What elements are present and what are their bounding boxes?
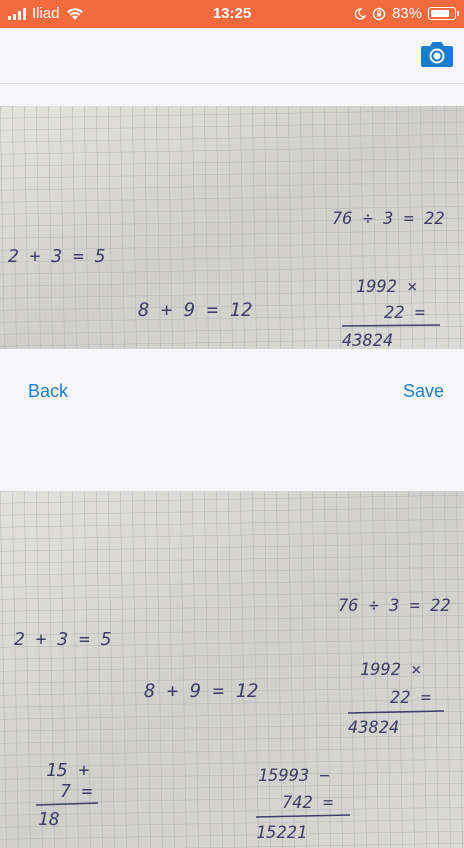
notebook-photo-full: 76 ÷ 3 = 22 2 + 3 = 5 8 + 9 = 12 1992 × … [0,491,464,848]
camera-button[interactable] [420,40,454,68]
save-button[interactable]: Save [403,381,444,402]
orientation-lock-icon [372,7,386,20]
action-sheet: Back Save [0,349,464,491]
equation-addition-a: 2 + 3 = 5 [14,629,112,650]
status-right: 83% [354,5,459,22]
notebook-photo-preview: 76 ÷ 3 = 22 2 + 3 = 5 8 + 9 = 12 1992 × … [0,106,464,349]
equation-mult-mid: 22 = [390,688,431,708]
screen: Iliad 13:25 83% 76 ÷ 3 = 22 2 + 3 = 5 8 … [0,0,464,848]
equation-mult-result: 43824 [348,718,399,738]
equation-addition-b: 8 + 9 = 12 [138,299,252,321]
equation-sub-mid: 742 = [282,793,333,813]
moon-icon [354,7,366,20]
equation-mult-top: 1992 × [360,660,421,680]
nav-bar [0,28,464,84]
equation-sub-top: 15993 − [258,766,330,786]
status-bar: Iliad 13:25 83% [0,0,464,28]
equation-sum-top: 15 + [46,760,90,781]
equation-sum-mid: 7 = [60,781,93,802]
equation-mult-top: 1992 × [356,277,417,297]
equation-sub-result: 15221 [256,823,307,843]
spacer [0,84,464,106]
equation-division: 76 ÷ 3 = 22 [332,209,445,229]
equation-mult-result: 43824 [342,331,393,349]
equation-addition-b: 8 + 9 = 12 [144,680,258,702]
back-button[interactable]: Back [28,381,68,402]
equation-addition-a: 2 + 3 = 5 [8,246,106,267]
equation-mult-mid: 22 = [384,303,425,323]
equation-division: 76 ÷ 3 = 22 [338,596,451,616]
equation-sum-result: 18 [38,809,60,830]
battery-percent: 83% [391,5,422,22]
battery-icon [428,7,459,20]
camera-icon [421,42,453,67]
battery-fill [430,9,449,17]
